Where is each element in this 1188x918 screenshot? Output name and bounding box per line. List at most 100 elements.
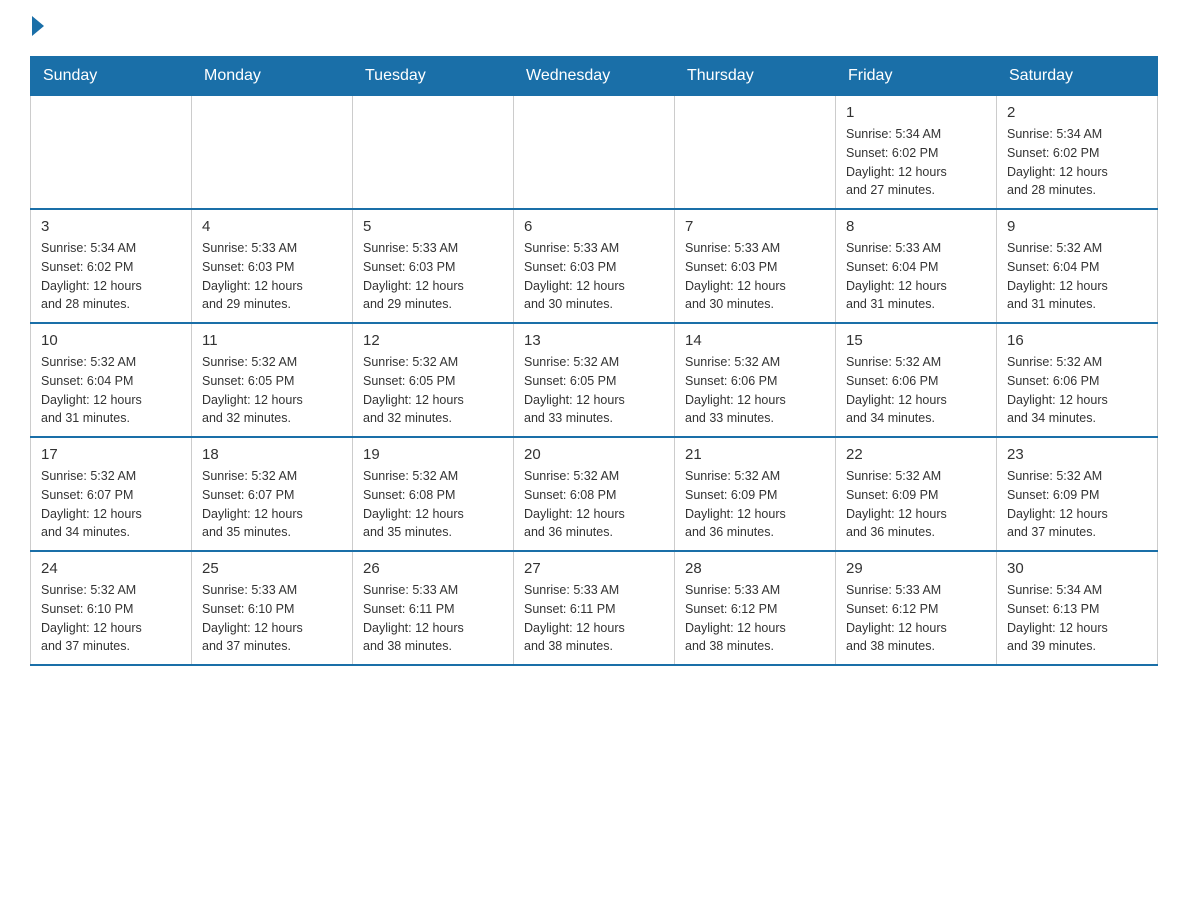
week-row-1: 1 Sunrise: 5:34 AMSunset: 6:02 PMDaylight…	[31, 96, 1158, 210]
day-info: Sunrise: 5:32 AMSunset: 6:05 PMDaylight:…	[363, 353, 503, 428]
day-number: 22	[846, 446, 986, 463]
day-number: 27	[524, 560, 664, 577]
calendar-cell	[675, 96, 836, 210]
calendar-cell: 20 Sunrise: 5:32 AMSunset: 6:08 PMDayligh…	[514, 437, 675, 551]
day-number: 26	[363, 560, 503, 577]
day-info: Sunrise: 5:32 AMSunset: 6:06 PMDaylight:…	[846, 353, 986, 428]
calendar-cell	[31, 96, 192, 210]
calendar-cell	[353, 96, 514, 210]
page-header	[30, 20, 1158, 36]
calendar-cell: 28 Sunrise: 5:33 AMSunset: 6:12 PMDayligh…	[675, 551, 836, 665]
day-info: Sunrise: 5:32 AMSunset: 6:07 PMDaylight:…	[41, 467, 181, 542]
day-info: Sunrise: 5:34 AMSunset: 6:02 PMDaylight:…	[846, 125, 986, 200]
calendar-cell: 3 Sunrise: 5:34 AMSunset: 6:02 PMDaylight…	[31, 209, 192, 323]
day-number: 29	[846, 560, 986, 577]
day-number: 28	[685, 560, 825, 577]
calendar-cell: 4 Sunrise: 5:33 AMSunset: 6:03 PMDaylight…	[192, 209, 353, 323]
calendar-cell: 25Sunrise: 5:33 AMSunset: 6:10 PMDayligh…	[192, 551, 353, 665]
day-info: Sunrise: 5:32 AMSunset: 6:08 PMDaylight:…	[524, 467, 664, 542]
day-info: Sunrise: 5:33 AMSunset: 6:03 PMDaylight:…	[202, 239, 342, 314]
weekday-header-wednesday: Wednesday	[514, 57, 675, 96]
weekday-header-row: SundayMondayTuesdayWednesdayThursdayFrid…	[31, 57, 1158, 96]
calendar-cell: 27 Sunrise: 5:33 AMSunset: 6:11 PMDayligh…	[514, 551, 675, 665]
logo	[30, 20, 44, 36]
day-number: 10	[41, 332, 181, 349]
day-number: 2	[1007, 104, 1147, 121]
day-info: Sunrise: 5:32 AMSunset: 6:09 PMDaylight:…	[1007, 467, 1147, 542]
day-info: Sunrise: 5:32 AMSunset: 6:09 PMDaylight:…	[685, 467, 825, 542]
day-info: Sunrise: 5:33 AMSunset: 6:03 PMDaylight:…	[524, 239, 664, 314]
week-row-5: 24 Sunrise: 5:32 AMSunset: 6:10 PMDayligh…	[31, 551, 1158, 665]
day-info: Sunrise: 5:33 AMSunset: 6:03 PMDaylight:…	[685, 239, 825, 314]
calendar-cell: 18 Sunrise: 5:32 AMSunset: 6:07 PMDayligh…	[192, 437, 353, 551]
calendar-cell: 21Sunrise: 5:32 AMSunset: 6:09 PMDayligh…	[675, 437, 836, 551]
day-info: Sunrise: 5:32 AMSunset: 6:07 PMDaylight:…	[202, 467, 342, 542]
day-number: 3	[41, 218, 181, 235]
day-info: Sunrise: 5:32 AMSunset: 6:08 PMDaylight:…	[363, 467, 503, 542]
day-number: 8	[846, 218, 986, 235]
day-info: Sunrise: 5:33 AMSunset: 6:11 PMDaylight:…	[363, 581, 503, 656]
day-info: Sunrise: 5:33 AMSunset: 6:12 PMDaylight:…	[685, 581, 825, 656]
day-number: 9	[1007, 218, 1147, 235]
day-info: Sunrise: 5:34 AMSunset: 6:02 PMDaylight:…	[41, 239, 181, 314]
day-info: Sunrise: 5:32 AMSunset: 6:04 PMDaylight:…	[1007, 239, 1147, 314]
calendar-cell: 16 Sunrise: 5:32 AMSunset: 6:06 PMDayligh…	[997, 323, 1158, 437]
calendar-cell: 19 Sunrise: 5:32 AMSunset: 6:08 PMDayligh…	[353, 437, 514, 551]
calendar-cell: 26 Sunrise: 5:33 AMSunset: 6:11 PMDayligh…	[353, 551, 514, 665]
day-number: 24	[41, 560, 181, 577]
calendar-cell: 10 Sunrise: 5:32 AMSunset: 6:04 PMDayligh…	[31, 323, 192, 437]
day-number: 15	[846, 332, 986, 349]
weekday-header-friday: Friday	[836, 57, 997, 96]
day-number: 5	[363, 218, 503, 235]
day-number: 25	[202, 560, 342, 577]
calendar-cell: 14 Sunrise: 5:32 AMSunset: 6:06 PMDayligh…	[675, 323, 836, 437]
calendar-cell: 22 Sunrise: 5:32 AMSunset: 6:09 PMDayligh…	[836, 437, 997, 551]
calendar-cell: 17 Sunrise: 5:32 AMSunset: 6:07 PMDayligh…	[31, 437, 192, 551]
day-info: Sunrise: 5:33 AMSunset: 6:04 PMDaylight:…	[846, 239, 986, 314]
weekday-header-sunday: Sunday	[31, 57, 192, 96]
day-number: 4	[202, 218, 342, 235]
day-number: 12	[363, 332, 503, 349]
calendar-cell: 23 Sunrise: 5:32 AMSunset: 6:09 PMDayligh…	[997, 437, 1158, 551]
day-info: Sunrise: 5:32 AMSunset: 6:09 PMDaylight:…	[846, 467, 986, 542]
day-number: 20	[524, 446, 664, 463]
week-row-3: 10 Sunrise: 5:32 AMSunset: 6:04 PMDayligh…	[31, 323, 1158, 437]
calendar-cell: 5Sunrise: 5:33 AMSunset: 6:03 PMDaylight…	[353, 209, 514, 323]
day-info: Sunrise: 5:32 AMSunset: 6:05 PMDaylight:…	[524, 353, 664, 428]
calendar-table: SundayMondayTuesdayWednesdayThursdayFrid…	[30, 56, 1158, 666]
calendar-cell: 24 Sunrise: 5:32 AMSunset: 6:10 PMDayligh…	[31, 551, 192, 665]
day-info: Sunrise: 5:32 AMSunset: 6:05 PMDaylight:…	[202, 353, 342, 428]
day-number: 6	[524, 218, 664, 235]
day-number: 18	[202, 446, 342, 463]
day-info: Sunrise: 5:32 AMSunset: 6:10 PMDaylight:…	[41, 581, 181, 656]
weekday-header-thursday: Thursday	[675, 57, 836, 96]
day-number: 13	[524, 332, 664, 349]
day-number: 16	[1007, 332, 1147, 349]
day-number: 11	[202, 332, 342, 349]
calendar-cell	[192, 96, 353, 210]
day-number: 17	[41, 446, 181, 463]
calendar-cell: 8 Sunrise: 5:33 AMSunset: 6:04 PMDaylight…	[836, 209, 997, 323]
calendar-cell: 11 Sunrise: 5:32 AMSunset: 6:05 PMDayligh…	[192, 323, 353, 437]
calendar-cell: 2 Sunrise: 5:34 AMSunset: 6:02 PMDaylight…	[997, 96, 1158, 210]
day-info: Sunrise: 5:32 AMSunset: 6:04 PMDaylight:…	[41, 353, 181, 428]
day-info: Sunrise: 5:33 AMSunset: 6:12 PMDaylight:…	[846, 581, 986, 656]
day-number: 1	[846, 104, 986, 121]
day-number: 19	[363, 446, 503, 463]
day-number: 14	[685, 332, 825, 349]
week-row-4: 17 Sunrise: 5:32 AMSunset: 6:07 PMDayligh…	[31, 437, 1158, 551]
calendar-cell: 1 Sunrise: 5:34 AMSunset: 6:02 PMDaylight…	[836, 96, 997, 210]
day-info: Sunrise: 5:33 AMSunset: 6:11 PMDaylight:…	[524, 581, 664, 656]
day-number: 23	[1007, 446, 1147, 463]
calendar-cell: 9 Sunrise: 5:32 AMSunset: 6:04 PMDaylight…	[997, 209, 1158, 323]
calendar-cell	[514, 96, 675, 210]
day-number: 7	[685, 218, 825, 235]
day-info: Sunrise: 5:34 AMSunset: 6:02 PMDaylight:…	[1007, 125, 1147, 200]
weekday-header-monday: Monday	[192, 57, 353, 96]
logo-arrow-icon	[32, 16, 44, 36]
calendar-cell: 7 Sunrise: 5:33 AMSunset: 6:03 PMDaylight…	[675, 209, 836, 323]
week-row-2: 3 Sunrise: 5:34 AMSunset: 6:02 PMDaylight…	[31, 209, 1158, 323]
day-info: Sunrise: 5:32 AMSunset: 6:06 PMDaylight:…	[685, 353, 825, 428]
day-info: Sunrise: 5:32 AMSunset: 6:06 PMDaylight:…	[1007, 353, 1147, 428]
calendar-cell: 15 Sunrise: 5:32 AMSunset: 6:06 PMDayligh…	[836, 323, 997, 437]
